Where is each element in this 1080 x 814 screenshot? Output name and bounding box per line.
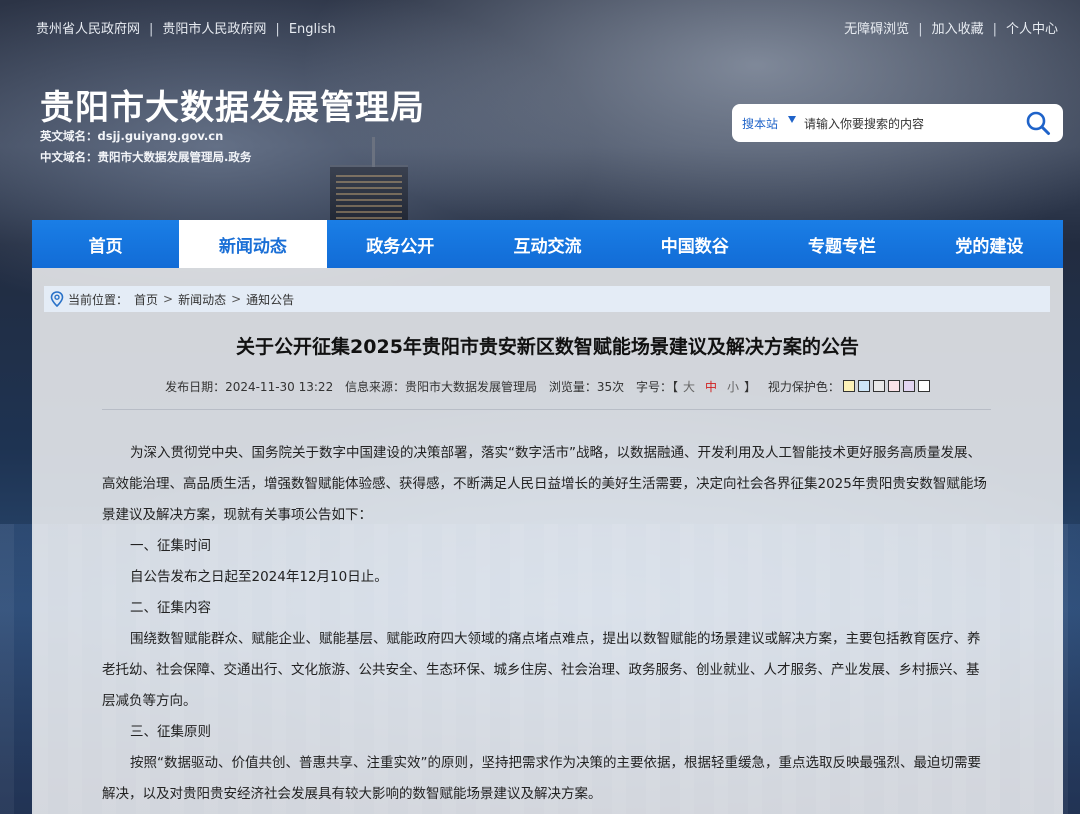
- breadcrumb: 当前位置： 首页 > 新闻动态 > 通知公告: [44, 286, 1050, 312]
- article-meta: 发布日期：2024-11-30 13:22 信息来源：贵阳市大数据发展管理局 浏…: [32, 378, 1063, 395]
- separator: |: [275, 22, 280, 37]
- article-title: 关于公开征集2025年贵阳市贵安新区数智赋能场景建议及解决方案的公告: [236, 336, 859, 358]
- eye-protect-swatch-5[interactable]: [902, 380, 915, 392]
- search-icon[interactable]: [1025, 110, 1051, 136]
- main-nav: 首页 新闻动态 政务公开 互动交流 中国数谷 专题专栏 党的建设: [32, 220, 1063, 268]
- paragraph-time: 自公告发布之日起至2024年12月10日止。: [130, 569, 388, 585]
- font-size-medium[interactable]: 中: [705, 380, 717, 394]
- content-panel: 当前位置： 首页 > 新闻动态 > 通知公告 关于公开征集2025年贵阳市贵安新…: [32, 268, 1063, 814]
- search-box: 搜本站: [732, 104, 1063, 142]
- link-add-favorite[interactable]: 加入收藏: [932, 22, 984, 37]
- eye-protect-swatch-2[interactable]: [857, 380, 870, 392]
- site-title: 贵阳市大数据发展管理局: [40, 88, 425, 128]
- section-heading-principle: 三、征集原则: [130, 724, 211, 740]
- info-source: 信息来源：贵阳市大数据发展管理局: [345, 380, 538, 394]
- search-scope-select[interactable]: 搜本站: [742, 115, 778, 132]
- paragraph-intro: 为深入贯彻党中央、国务院关于数字中国建设的决策部署，落实“数字活市”战略，以数据…: [102, 445, 987, 523]
- nav-gov-affairs[interactable]: 政务公开: [327, 220, 474, 268]
- separator: |: [149, 22, 154, 37]
- font-size-small[interactable]: 小: [727, 380, 739, 394]
- font-size-large[interactable]: 大: [683, 380, 695, 394]
- eye-protect-swatches: [840, 380, 930, 394]
- bracket-close: 】: [744, 380, 757, 394]
- caret-down-icon[interactable]: [788, 116, 796, 123]
- section-heading-content: 二、征集内容: [130, 600, 211, 616]
- eye-protect-swatch-3[interactable]: [872, 380, 885, 392]
- eye-protect-swatch-6[interactable]: [917, 380, 930, 392]
- nav-news[interactable]: 新闻动态: [179, 220, 327, 268]
- nav-special-topics[interactable]: 专题专栏: [768, 220, 915, 268]
- article-body: 为深入贯彻党中央、国务院关于数字中国建设的决策部署，落实“数字活市”战略，以数据…: [102, 438, 992, 810]
- font-size-label: 字号：: [635, 380, 672, 394]
- link-guiyang-gov[interactable]: 贵阳市人民政府网: [162, 22, 266, 37]
- location-pin-icon: [50, 291, 64, 307]
- breadcrumb-notices[interactable]: 通知公告: [246, 291, 294, 308]
- breadcrumb-news[interactable]: 新闻动态: [178, 291, 226, 308]
- eye-protect-swatch-1[interactable]: [842, 380, 855, 392]
- section-heading-time: 一、征集时间: [130, 538, 211, 554]
- separator: |: [992, 22, 997, 37]
- eye-protect-swatch-4[interactable]: [887, 380, 900, 392]
- eye-protect-label: 视力保护色：: [767, 380, 840, 394]
- nav-china-data-valley[interactable]: 中国数谷: [621, 220, 768, 268]
- english-domain: 英文域名：dsjj.guiyang.gov.cn: [40, 129, 224, 143]
- breadcrumb-home[interactable]: 首页: [134, 291, 158, 308]
- link-personal-center[interactable]: 个人中心: [1006, 22, 1058, 37]
- link-guizhou-gov[interactable]: 贵州省人民政府网: [36, 22, 140, 37]
- view-count: 浏览量：35次: [548, 380, 625, 394]
- top-bar: 贵州省人民政府网 | 贵阳市人民政府网 | English 无障碍浏览 | 加入收藏 | 个人中…: [0, 0, 1080, 54]
- tower-building: [330, 137, 408, 227]
- top-links-right: 无障碍浏览 | 加入收藏 | 个人中心: [844, 18, 1058, 37]
- breadcrumb-arrow-icon: >: [231, 292, 242, 306]
- nav-home[interactable]: 首页: [32, 220, 179, 268]
- paragraph-principle: 按照“数据驱动、价值共创、普惠共享、注重实效”的原则，坚持把需求作为决策的主要依…: [102, 755, 981, 802]
- bracket-open: 【: [672, 380, 679, 394]
- link-english[interactable]: English: [289, 22, 336, 37]
- breadcrumb-arrow-icon: >: [163, 292, 174, 306]
- nav-interaction[interactable]: 互动交流: [474, 220, 621, 268]
- nav-party-building[interactable]: 党的建设: [916, 220, 1063, 268]
- chinese-domain: 中文域名：贵阳市大数据发展管理局.政务: [40, 150, 252, 164]
- separator: |: [918, 22, 923, 37]
- publish-date: 发布日期：2024-11-30 13:22: [165, 380, 334, 394]
- top-links-left: 贵州省人民政府网 | 贵阳市人民政府网 | English: [36, 18, 336, 37]
- divider: [102, 409, 991, 410]
- breadcrumb-label: 当前位置：: [68, 292, 129, 307]
- link-accessibility[interactable]: 无障碍浏览: [844, 22, 909, 37]
- paragraph-content: 围绕数智赋能群众、赋能企业、赋能基层、赋能政府四大领域的痛点堵点难点，提出以数智…: [102, 631, 981, 709]
- search-input[interactable]: [802, 112, 1021, 136]
